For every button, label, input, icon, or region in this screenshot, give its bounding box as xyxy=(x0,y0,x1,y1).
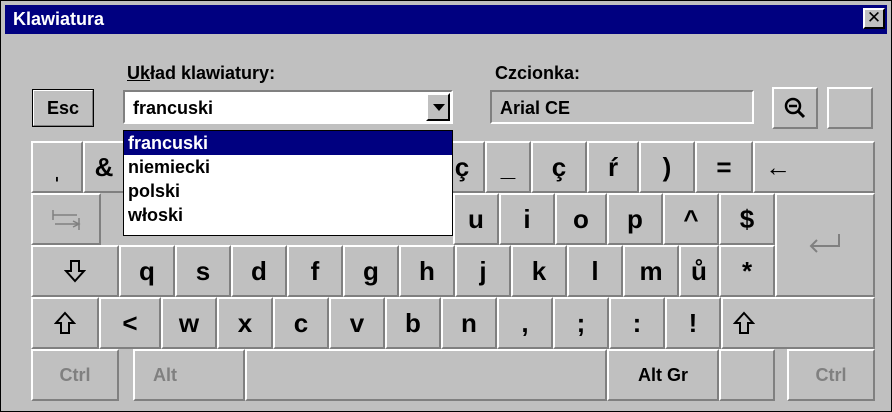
font-label: Czcionka: xyxy=(495,63,581,83)
key-caps-lock[interactable] xyxy=(31,245,119,297)
key-less-than[interactable]: < xyxy=(99,297,161,349)
key-o[interactable]: o xyxy=(555,193,607,245)
option-wloski[interactable]: włoski xyxy=(124,203,452,227)
key-colon[interactable]: : xyxy=(609,297,665,349)
key-alt[interactable]: Alt xyxy=(133,349,245,401)
key-asterisk[interactable]: * xyxy=(719,245,775,297)
shift-icon xyxy=(733,311,755,334)
key-tab[interactable] xyxy=(31,193,101,245)
key-k[interactable]: k xyxy=(511,245,567,297)
key-underscore[interactable]: _ xyxy=(485,141,531,193)
key-f[interactable]: f xyxy=(287,245,343,297)
close-button[interactable]: ✕ xyxy=(863,8,885,29)
key-enter[interactable] xyxy=(775,193,875,297)
key-j[interactable]: j xyxy=(455,245,511,297)
key-altgr[interactable]: Alt Gr xyxy=(607,349,719,401)
key-v[interactable]: v xyxy=(329,297,385,349)
key-ctrl-right[interactable]: Ctrl xyxy=(787,349,875,401)
key-ctrl-left[interactable]: Ctrl xyxy=(31,349,119,401)
layout-dropdown-list[interactable]: francuski niemiecki polski włoski xyxy=(123,130,453,236)
shift-icon xyxy=(54,311,76,334)
key-w[interactable]: w xyxy=(161,297,217,349)
key-l[interactable]: l xyxy=(567,245,623,297)
key-g[interactable]: g xyxy=(343,245,399,297)
zoom-button[interactable] xyxy=(772,87,818,129)
key-comma[interactable]: , xyxy=(497,297,553,349)
key-backspace[interactable]: ← xyxy=(753,141,875,193)
zoom-out-icon xyxy=(784,97,806,119)
key-c[interactable]: c xyxy=(273,297,329,349)
tab-icon xyxy=(52,210,81,230)
enter-icon xyxy=(809,234,840,253)
chevron-down-icon[interactable] xyxy=(426,93,450,121)
window-title: Klawiatura xyxy=(13,9,105,29)
key-u-ring[interactable]: ů xyxy=(679,245,719,297)
font-value: Arial CE xyxy=(500,98,571,118)
option-polski[interactable]: polski xyxy=(124,179,452,203)
key-p[interactable]: p xyxy=(607,193,663,245)
esc-button[interactable]: Esc xyxy=(32,89,94,127)
key-caret[interactable]: ^ xyxy=(663,193,719,245)
key-h[interactable]: h xyxy=(399,245,455,297)
layout-select[interactable]: francuski xyxy=(123,90,453,124)
key-u[interactable]: u xyxy=(453,193,499,245)
key-i[interactable]: i xyxy=(499,193,555,245)
key-b[interactable]: b xyxy=(385,297,441,349)
option-francuski[interactable]: francuski xyxy=(124,131,452,155)
key-ampersand[interactable]: & xyxy=(83,141,125,193)
blank-button[interactable] xyxy=(827,87,873,129)
layout-select-value: francuski xyxy=(133,98,214,118)
font-field: Arial CE xyxy=(490,90,754,124)
key-paren-right[interactable]: ) xyxy=(639,141,695,193)
keyboard-window: Klawiatura ✕ Układ klawiatury: Czcionka:… xyxy=(0,0,892,412)
caps-lock-icon xyxy=(64,260,86,283)
key-semicolon[interactable]: ; xyxy=(553,297,609,349)
key-blank-right[interactable] xyxy=(719,349,775,401)
key-d[interactable]: d xyxy=(231,245,287,297)
option-niemiecki[interactable]: niemiecki xyxy=(124,155,452,179)
key-equals[interactable]: = xyxy=(695,141,753,193)
key-s[interactable]: s xyxy=(175,245,231,297)
key-c-cedilla[interactable]: ç xyxy=(531,141,587,193)
layout-label: Układ klawiatury: xyxy=(127,63,276,83)
key-m[interactable]: m xyxy=(623,245,679,297)
key-n[interactable]: n xyxy=(441,297,497,349)
key-x[interactable]: x xyxy=(217,297,273,349)
key-shift-left[interactable] xyxy=(31,297,99,349)
key-grave[interactable]: ˌ xyxy=(31,141,83,193)
key-exclamation[interactable]: ! xyxy=(665,297,721,349)
key-q[interactable]: q xyxy=(119,245,175,297)
key-r-acute[interactable]: ŕ xyxy=(587,141,639,193)
title-bar: Klawiatura ✕ xyxy=(5,5,887,34)
key-space[interactable] xyxy=(245,349,607,401)
key-dollar[interactable]: $ xyxy=(719,193,775,245)
key-shift-right[interactable] xyxy=(721,297,875,349)
